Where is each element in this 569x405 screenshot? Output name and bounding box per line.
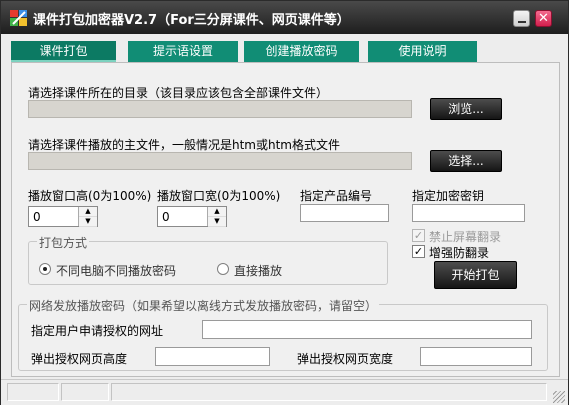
directory-label: 请选择课件所在的目录（该目录应该包含全部课件文件） [28,86,329,100]
window-title: 课件打包加密器V2.7（For三分屏课件、网页课件等） [33,13,350,28]
tab-instructions-label: 使用说明 [398,44,447,58]
tab-create-password-label: 创建播放密码 [265,44,338,58]
encrypt-key-input[interactable] [412,204,525,222]
tab-instructions[interactable]: 使用说明 [368,41,477,62]
tab-prompt-settings[interactable]: 提示语设置 [128,41,238,62]
enhance-anti-record-label: 增强防翻录 [429,246,490,260]
spin-up-icon[interactable]: ▲ [208,207,226,217]
popup-height-input[interactable] [155,347,270,366]
select-button[interactable]: 选择... [430,150,502,172]
main-file-label: 请选择课件播放的主文件，一般情况是htm或htm格式文件 [28,138,341,152]
status-cell [111,383,547,401]
pack-mode-group: 打包方式 不同电脑不同播放密码 直接播放 [28,234,388,285]
spin-down-icon[interactable]: ▼ [208,217,226,227]
start-pack-button[interactable]: 开始打包 [434,261,517,289]
product-id-input[interactable] [300,204,389,222]
product-id-label: 指定产品编号 [300,189,373,203]
radio-direct-play-label: 直接播放 [234,264,283,278]
minimize-button[interactable] [513,10,530,27]
window-height-stepper[interactable]: 0 ▲ ▼ [28,206,98,227]
radio-direct-play[interactable] [217,263,229,275]
close-button[interactable]: ✕ [535,10,552,27]
auth-url-input[interactable] [202,320,532,339]
disable-screen-record-checkbox[interactable]: ✓ [412,229,425,242]
window-width-stepper[interactable]: 0 ▲ ▼ [157,206,227,227]
tab-pack[interactable]: 课件打包 [11,41,116,62]
popup-width-input[interactable] [420,347,532,366]
radio-per-computer-password[interactable] [39,263,51,275]
browse-button[interactable]: 浏览... [430,98,502,120]
spin-down-icon[interactable]: ▼ [79,217,97,227]
main-file-field[interactable] [28,152,412,170]
close-icon: ✕ [538,11,549,26]
app-window: 课件打包加密器V2.7（For三分屏课件、网页课件等） ✕ 课件打包 提示语设置… [0,0,569,405]
auth-url-label: 指定用户申请授权的网址 [31,324,164,338]
window-width-value: 0 [162,210,170,224]
spin-up-icon[interactable]: ▲ [79,207,97,217]
title-bar[interactable]: 课件打包加密器V2.7（For三分屏课件、网页课件等） ✕ [1,1,568,34]
popup-width-label: 弹出授权网页宽度 [297,352,394,366]
app-logo-icon [10,10,27,26]
network-password-legend: 网络发放播放密码（如果希望以离线方式发放播放密码，请留空） [27,297,380,314]
resize-grip-icon[interactable] [553,391,565,403]
status-cell [61,383,109,401]
popup-height-label: 弹出授权网页高度 [31,352,128,366]
directory-field[interactable] [28,100,412,118]
network-password-group: 网络发放播放密码（如果希望以离线方式发放播放密码，请留空） 指定用户申请授权的网… [18,297,548,371]
enhance-anti-record-checkbox[interactable]: ✓ [412,245,425,258]
encrypt-key-label: 指定加密密钥 [412,189,485,203]
pack-mode-legend: 打包方式 [37,234,90,251]
tab-create-password[interactable]: 创建播放密码 [244,41,359,62]
window-height-value: 0 [33,210,41,224]
window-width-label: 播放窗口宽(0为100%) [157,189,281,203]
pack-panel: 请选择课件所在的目录（该目录应该包含全部课件文件） 浏览... 请选择课件播放的… [11,62,560,377]
status-bar [1,379,568,405]
disable-screen-record-label: 禁止屏幕翻录 [429,230,502,244]
tab-pack-label: 课件打包 [39,44,88,58]
radio-per-computer-label: 不同电脑不同播放密码 [56,264,177,278]
tab-prompt-settings-label: 提示语设置 [152,44,213,58]
window-height-label: 播放窗口高(0为100%) [28,189,152,203]
status-cell [7,383,59,401]
